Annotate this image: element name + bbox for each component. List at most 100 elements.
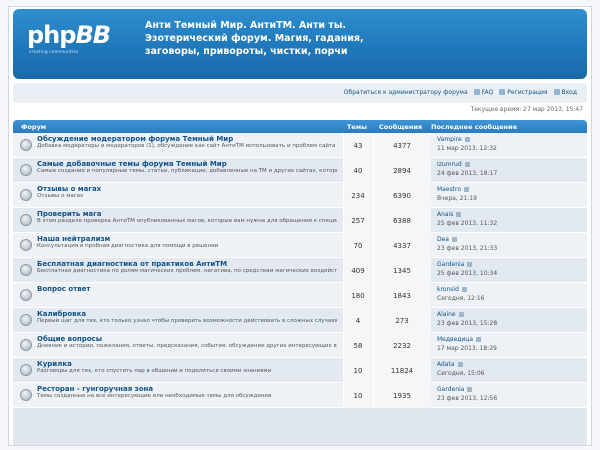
view-latest-post-icon[interactable] [456, 212, 462, 217]
forum-row[interactable]: Общие вопросы Дневник и истории, пожелани… [13, 333, 587, 358]
forum-row[interactable]: Обсуждение модератором форума Темный Мир… [13, 133, 587, 158]
forum-description: Бесплатная диагностика по ролям магическ… [37, 268, 337, 274]
posts-count: 273 [395, 317, 409, 325]
view-latest-post-icon[interactable] [476, 337, 482, 342]
posts-count: 1345 [393, 267, 411, 275]
forum-folder-icon [20, 314, 32, 326]
forum-row[interactable]: Курилка Разговоры для тех, кто спустить п… [13, 358, 587, 383]
last-post-date: 24 фев 2013, 18:17 [437, 170, 498, 177]
last-post-author[interactable]: Медведица [437, 336, 482, 343]
last-post-author[interactable]: Alaine [437, 311, 464, 318]
posts-count: 2894 [393, 167, 411, 175]
last-post-author[interactable]: Adata [437, 361, 463, 368]
phpbb-logo[interactable]: phpBB [27, 21, 111, 49]
forum-description: Разговоры для тех, кто спустить пар в об… [37, 368, 272, 374]
forum-folder-icon [20, 139, 32, 151]
forum-title-link[interactable]: Вопрос ответ [37, 285, 91, 293]
forum-description: Дневник и истории, пожелания, ответы, пр… [37, 343, 337, 349]
posts-count: 1935 [393, 392, 411, 400]
forum-folder-icon [20, 289, 32, 301]
col-forum: Форум [21, 123, 47, 131]
forum-folder-icon [20, 239, 32, 251]
topics-count: 4 [355, 317, 361, 325]
view-latest-post-icon[interactable] [464, 187, 470, 192]
view-latest-post-icon[interactable] [457, 362, 463, 367]
last-post-date: 25 фев 2013, 11:32 [437, 220, 498, 227]
forum-folder-icon [20, 214, 32, 226]
forum-title-link[interactable]: Курилка [37, 360, 72, 368]
forum-row[interactable]: Бесплатная диагностика от практиков Анти… [13, 258, 587, 283]
forum-title-link[interactable]: Самые добавочные темы форума Темный Мир [37, 160, 227, 168]
forum-row[interactable]: Калибровка Первый шаг для тех, кто только… [13, 308, 587, 333]
topics-count: 70 [353, 242, 363, 250]
last-post-author[interactable]: kronsid [437, 286, 467, 293]
current-time: Текущее время: 27 мар 2013, 15:47 [470, 106, 583, 113]
forum-row[interactable]: Проверить мага В этом разделе проверка Ан… [13, 208, 587, 233]
forum-title-link[interactable]: Обсуждение модератором форума Темный Мир [37, 135, 233, 143]
last-post-date: 17 мар 2013, 18:29 [437, 345, 497, 352]
posts-count: 11824 [390, 367, 414, 375]
key-icon [553, 89, 560, 95]
posts-count: 6388 [393, 217, 411, 225]
last-post-author[interactable]: Gardenia [437, 386, 473, 393]
view-latest-post-icon[interactable] [452, 237, 457, 242]
register-icon [499, 89, 506, 95]
forum-description: Первый шаг для тех, кто только узнал что… [37, 318, 337, 324]
last-post-date: Вчера, 21:19 [437, 195, 477, 202]
view-latest-post-icon[interactable] [464, 137, 470, 142]
last-post-author[interactable]: Dea [437, 236, 457, 243]
last-post-date: 23 фев 2013, 21:33 [437, 245, 498, 252]
last-post-author[interactable]: Vampire [437, 136, 470, 143]
topics-count: 43 [353, 142, 363, 150]
last-post-author[interactable]: Izumrud [437, 161, 470, 168]
site-header: phpBB creating communities Анти Темный М… [13, 9, 587, 79]
posts-count: 1843 [393, 292, 411, 300]
last-post-author[interactable]: Maestro [437, 186, 470, 193]
forum-row[interactable]: Вопрос ответ 180 1843 kronsid Сегодня, 12:16 [13, 283, 587, 308]
forum-title-link[interactable]: Отзывы о магах [37, 185, 101, 193]
view-latest-post-icon[interactable] [461, 287, 467, 292]
nav-login[interactable]: Вход [553, 89, 577, 96]
view-latest-post-icon[interactable] [467, 387, 473, 392]
col-last-post: Последнее сообщение [431, 123, 518, 131]
last-post-date: 23 фев 2013, 12:56 [437, 395, 498, 402]
forum-title-link[interactable]: Калибровка [37, 310, 86, 318]
view-latest-post-icon[interactable] [467, 262, 473, 267]
last-post-author[interactable]: Gardenia [437, 261, 473, 268]
site-title: Анти Темный Мир. АнтиТМ. Анти ты. Эзотер… [145, 20, 364, 57]
forum-title-link[interactable]: Бесплатная диагностика от практиков Анти… [37, 260, 227, 268]
forum-title-link[interactable]: Наша нейтрализм [37, 235, 110, 243]
forum-row[interactable]: Отзывы о магах Отзывы о магах 234 6390 Maest… [13, 183, 587, 208]
view-latest-post-icon[interactable] [458, 312, 464, 317]
forum-description: Темы созданные на все интересующие или н… [37, 393, 272, 399]
topics-count: 409 [351, 267, 365, 275]
last-post-date: Сегодня, 15:06 [437, 370, 485, 377]
forum-row[interactable]: Наша нейтрализм Консультация и пробная ди… [13, 233, 587, 258]
view-latest-post-icon[interactable] [464, 162, 470, 167]
posts-count: 6390 [393, 192, 411, 200]
forum-description: Добавка модераторы и модераторов (1), об… [37, 143, 336, 149]
logo-tagline: creating communities [29, 49, 79, 54]
posts-count: 4337 [393, 242, 411, 250]
forum-folder-icon [20, 364, 32, 376]
forum-row[interactable]: Ресторан - гунгоручная зона Темы созданны… [13, 383, 587, 408]
col-posts: Сообщения [379, 123, 423, 131]
last-post-author[interactable]: Anais [437, 211, 462, 218]
forum-title-link[interactable]: Ресторан - гунгоручная зона [37, 385, 153, 393]
last-post-date: Сегодня, 12:16 [437, 295, 485, 302]
nav-faq[interactable]: FAQ [473, 89, 493, 96]
forum-description: Отзывы о магах [37, 193, 84, 199]
forum-title-link[interactable]: Проверить мага [37, 210, 102, 218]
forum-folder-icon [20, 339, 32, 351]
nav-register[interactable]: Регистрация [499, 89, 548, 96]
page: phpBB creating communities Анти Темный М… [8, 6, 592, 446]
last-post-date: 11 мар 2013, 12:32 [437, 145, 497, 152]
topics-count: 180 [351, 292, 365, 300]
forum-folder-icon [20, 264, 32, 276]
nav-contact-admin[interactable]: Обратиться к администратору форума [344, 89, 468, 96]
forum-title-link[interactable]: Общие вопросы [37, 335, 102, 343]
topics-count: 58 [353, 342, 363, 350]
forum-row[interactable]: Самые добавочные темы форума Темный Мир С… [13, 158, 587, 183]
forum-folder-icon [20, 389, 32, 401]
posts-count: 2232 [393, 342, 411, 350]
